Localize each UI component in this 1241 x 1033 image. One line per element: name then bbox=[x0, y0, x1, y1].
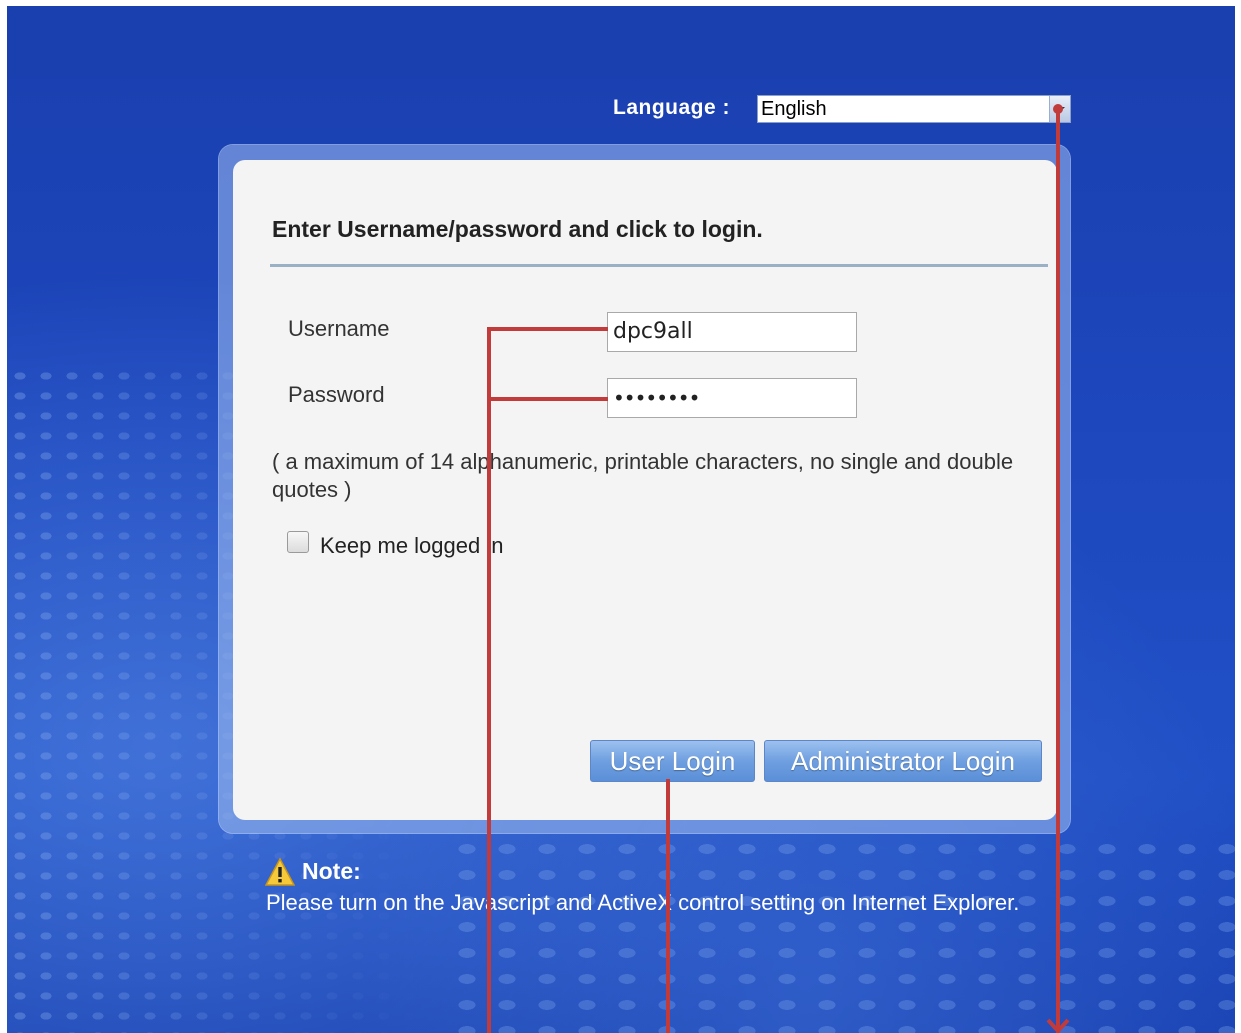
keep-logged-in-label[interactable]: Keep me logged in bbox=[320, 533, 503, 559]
language-select[interactable]: English bbox=[757, 95, 1071, 123]
password-input[interactable]: •••••••• bbox=[607, 378, 857, 418]
background-dot-pattern-bottom bbox=[447, 836, 1235, 1033]
annotation-line-password bbox=[487, 397, 608, 401]
username-input[interactable]: dpc9all bbox=[607, 312, 857, 352]
annotation-line-language bbox=[1056, 108, 1060, 1033]
warning-icon bbox=[265, 857, 295, 886]
arrow-down-icon bbox=[1046, 1018, 1070, 1033]
annotation-line-inputs-vertical bbox=[487, 327, 491, 1033]
user-login-button[interactable]: User Login bbox=[590, 740, 755, 782]
password-hint: ( a maximum of 14 alphanumeric, printabl… bbox=[272, 449, 1014, 502]
login-heading: Enter Username/password and click to log… bbox=[272, 216, 763, 242]
administrator-login-button[interactable]: Administrator Login bbox=[764, 740, 1042, 782]
annotation-dot-icon bbox=[1053, 104, 1063, 114]
note-title: Note: bbox=[302, 858, 361, 884]
annotation-line-user-login bbox=[666, 779, 670, 1033]
password-label: Password bbox=[288, 382, 385, 407]
annotation-line-username bbox=[487, 327, 608, 331]
language-select-value: English bbox=[761, 98, 827, 120]
keep-logged-in-checkbox[interactable] bbox=[287, 531, 309, 553]
heading-divider bbox=[270, 264, 1048, 267]
username-label: Username bbox=[288, 316, 390, 341]
language-label: Language : bbox=[613, 96, 731, 119]
note-text: Please turn on the Javascript and Active… bbox=[266, 890, 1020, 915]
